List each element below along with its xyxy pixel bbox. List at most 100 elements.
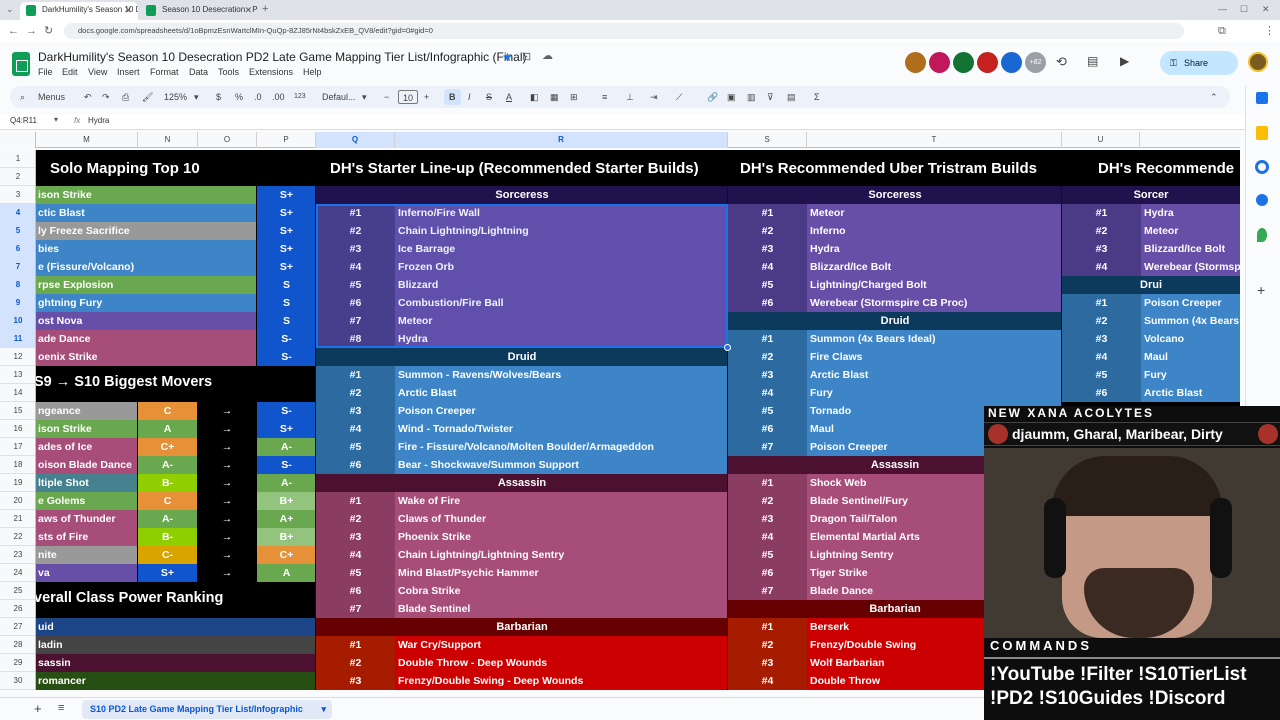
star-icon[interactable]: ★ bbox=[502, 50, 513, 64]
sheet-tab-active[interactable]: S10 PD2 Late Game Mapping Tier List/Info… bbox=[82, 700, 332, 719]
fill-color-icon[interactable]: ◧ bbox=[530, 89, 539, 105]
column-header-m[interactable]: M bbox=[36, 132, 138, 148]
calendar-icon[interactable] bbox=[1256, 92, 1268, 104]
strikethrough-button[interactable]: S bbox=[486, 89, 492, 105]
row-header[interactable]: 3 bbox=[0, 186, 35, 204]
column-header-q[interactable]: Q bbox=[316, 132, 395, 148]
horizontal-align-icon[interactable]: ≡ bbox=[602, 89, 607, 105]
selection-handle[interactable] bbox=[724, 344, 731, 351]
insert-comment-icon[interactable]: ▣ bbox=[727, 89, 736, 105]
row-header[interactable]: 13 bbox=[0, 366, 35, 384]
collaborator-avatar[interactable] bbox=[977, 52, 998, 73]
menu-view[interactable]: View bbox=[88, 67, 107, 77]
browser-tab[interactable]: Season 10 Desecration - PD2 S... ✕ bbox=[140, 2, 258, 20]
currency-format-button[interactable]: $ bbox=[216, 89, 221, 105]
meet-icon[interactable]: ▶ bbox=[1120, 54, 1129, 68]
browser-tab-active[interactable]: DarkHumility's Season 10 Desc... ✕ bbox=[20, 2, 138, 20]
collaborator-avatar[interactable] bbox=[929, 52, 950, 73]
row-header[interactable]: 21 bbox=[0, 510, 35, 528]
undo-icon[interactable]: ↶ bbox=[84, 89, 92, 105]
contacts-icon[interactable] bbox=[1256, 194, 1268, 206]
row-header[interactable]: 29 bbox=[0, 654, 35, 672]
column-header-u[interactable]: U bbox=[1062, 132, 1140, 148]
row-header[interactable]: 20 bbox=[0, 492, 35, 510]
row-header[interactable]: 25 bbox=[0, 582, 35, 600]
menu-extensions[interactable]: Extensions bbox=[249, 67, 293, 77]
insert-chart-icon[interactable]: ▥ bbox=[747, 89, 756, 105]
increase-font-size-icon[interactable]: + bbox=[424, 89, 429, 105]
row-header[interactable]: 11 bbox=[0, 330, 35, 348]
decrease-font-size-icon[interactable]: − bbox=[384, 89, 389, 105]
row-header[interactable]: 4 bbox=[0, 204, 35, 222]
close-window-icon[interactable]: ✕ bbox=[1262, 1, 1270, 17]
forward-icon[interactable]: → bbox=[26, 23, 37, 39]
menu-help[interactable]: Help bbox=[303, 67, 322, 77]
collapse-toolbar-icon[interactable]: ⌃ bbox=[1210, 89, 1218, 105]
row-header[interactable]: 10 bbox=[0, 312, 35, 330]
merge-cells-icon[interactable]: ⊞ bbox=[570, 89, 578, 105]
row-header[interactable]: 18 bbox=[0, 456, 35, 474]
menu-tools[interactable]: Tools bbox=[218, 67, 239, 77]
decrease-decimal-button[interactable]: .0 bbox=[254, 89, 262, 105]
comments-icon[interactable]: ▤ bbox=[1087, 54, 1098, 68]
new-tab-icon[interactable]: + bbox=[262, 1, 268, 17]
filter-views-icon[interactable]: ▤ bbox=[787, 89, 796, 105]
close-tab-icon[interactable]: ✕ bbox=[244, 2, 252, 18]
zoom-select[interactable]: 125% bbox=[164, 89, 187, 105]
increase-decimal-button[interactable]: .00 bbox=[272, 89, 285, 105]
filter-icon[interactable]: ⊽ bbox=[767, 89, 774, 105]
collaborator-avatar[interactable] bbox=[905, 52, 926, 73]
print-icon[interactable]: ⎙ bbox=[122, 89, 129, 105]
row-header[interactable]: 22 bbox=[0, 528, 35, 546]
close-tab-icon[interactable]: ✕ bbox=[124, 2, 132, 18]
row-header[interactable]: 2 bbox=[0, 168, 35, 186]
all-sheets-icon[interactable]: ≡ bbox=[58, 702, 64, 714]
column-header-n[interactable]: N bbox=[138, 132, 198, 148]
row-header[interactable]: 14 bbox=[0, 384, 35, 402]
browser-menu-icon[interactable]: ⋮ bbox=[1264, 23, 1275, 39]
row-header[interactable]: 30 bbox=[0, 672, 35, 690]
paint-format-icon[interactable]: 🖌 bbox=[142, 89, 153, 105]
insert-link-icon[interactable]: 🔗 bbox=[707, 89, 718, 105]
row-header[interactable]: 5 bbox=[0, 222, 35, 240]
borders-icon[interactable]: ▦ bbox=[550, 89, 559, 105]
row-header[interactable]: 19 bbox=[0, 474, 35, 492]
tab-search-icon[interactable]: ⌄ bbox=[6, 1, 14, 17]
collaborator-count-badge[interactable]: +82 bbox=[1025, 52, 1046, 73]
percent-format-button[interactable]: % bbox=[235, 89, 243, 105]
row-header[interactable]: 12 bbox=[0, 348, 35, 366]
menu-data[interactable]: Data bbox=[189, 67, 208, 77]
menu-format[interactable]: Format bbox=[150, 67, 179, 77]
text-color-button[interactable]: A bbox=[506, 89, 512, 105]
back-icon[interactable]: ← bbox=[8, 23, 19, 39]
row-header[interactable]: 8 bbox=[0, 276, 35, 294]
tasks-icon[interactable] bbox=[1255, 160, 1269, 174]
text-rotation-icon[interactable]: ⟋ bbox=[676, 89, 682, 105]
italic-button[interactable]: I bbox=[468, 89, 471, 105]
row-header[interactable]: 23 bbox=[0, 546, 35, 564]
menu-file[interactable]: File bbox=[38, 67, 53, 77]
share-button[interactable]: ⚿ Share bbox=[1160, 51, 1238, 75]
text-wrap-icon[interactable]: ⇥ bbox=[650, 89, 658, 105]
row-header[interactable]: 17 bbox=[0, 438, 35, 456]
column-header-r[interactable]: R bbox=[395, 132, 728, 148]
column-header-o[interactable]: O bbox=[198, 132, 257, 148]
reload-icon[interactable]: ↻ bbox=[44, 23, 53, 39]
row-header[interactable]: 7 bbox=[0, 258, 35, 276]
select-all-corner[interactable] bbox=[0, 132, 36, 148]
row-header[interactable]: 26 bbox=[0, 600, 35, 618]
move-folder-icon[interactable]: ⊡ bbox=[522, 50, 531, 63]
name-box[interactable]: Q4:R11 bbox=[10, 116, 37, 125]
row-header[interactable]: 24 bbox=[0, 564, 35, 582]
extensions-icon[interactable]: ⧉ bbox=[1218, 23, 1226, 39]
number-format-button[interactable]: 123 bbox=[294, 89, 306, 105]
sheets-logo-icon[interactable] bbox=[12, 52, 30, 76]
row-header[interactable]: 28 bbox=[0, 636, 35, 654]
row-header[interactable]: 9 bbox=[0, 294, 35, 312]
search-menus-icon[interactable]: ⌕ bbox=[20, 89, 25, 105]
maximize-window-icon[interactable]: ☐ bbox=[1240, 1, 1248, 17]
add-sheet-icon[interactable]: + bbox=[34, 701, 42, 716]
row-header[interactable]: 27 bbox=[0, 618, 35, 636]
menu-edit[interactable]: Edit bbox=[62, 67, 78, 77]
collaborator-avatar[interactable] bbox=[1001, 52, 1022, 73]
